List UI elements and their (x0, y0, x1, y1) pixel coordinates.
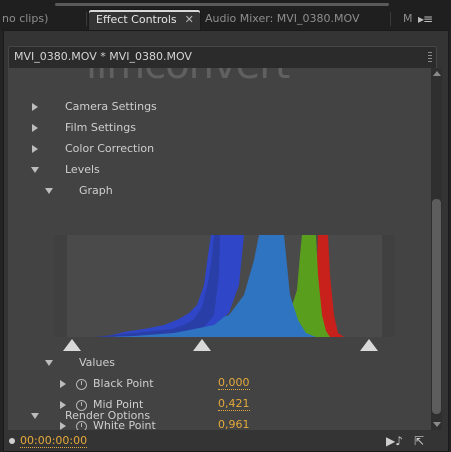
tab-label: M (403, 12, 413, 25)
play-audio-icon[interactable]: ▶♪ (386, 434, 403, 448)
filmconvert-logo: ilmconvert (86, 68, 290, 88)
expand-arrow-icon[interactable] (32, 103, 38, 111)
expand-arrow-icon[interactable] (32, 145, 38, 153)
collapse-arrow-icon[interactable] (31, 167, 39, 173)
expand-arrow-icon[interactable] (32, 124, 38, 132)
levels-histogram[interactable] (54, 235, 395, 337)
tab-bar: no clips) Effect Controls ✕ Audio Mixer: … (0, 0, 451, 30)
status-bar: 00:00:00:00 ▶♪ ⇱ (4, 433, 448, 451)
vertical-scrollbar[interactable] (431, 68, 442, 430)
collapse-arrow-icon[interactable] (45, 188, 53, 194)
tab-label: Audio Mixer: MVI_0380.MOV (205, 12, 360, 25)
tab-source-no-clips[interactable]: no clips) (2, 9, 48, 29)
effect-row-graph[interactable]: Graph (8, 182, 428, 200)
expand-arrow-icon[interactable] (60, 380, 66, 388)
param-label: Black Point (93, 377, 154, 390)
effect-row-render-options[interactable]: Render Options (8, 407, 428, 425)
effect-list: ilmconvert Camera Settings Film Settings… (8, 68, 434, 430)
effect-row-camera-settings[interactable]: Camera Settings (8, 98, 428, 116)
effect-controls-panel: MVI_0380.MOV * MVI_0380.MOV ilmconvert C… (3, 30, 449, 452)
panel-menu-icon[interactable]: ▸≡ (418, 12, 433, 26)
effect-label: Film Settings (65, 121, 136, 134)
effect-row-levels[interactable]: Levels (8, 161, 428, 179)
tab-audio-mixer[interactable]: Audio Mixer: MVI_0380.MOV (205, 9, 360, 29)
collapse-arrow-icon[interactable] (31, 413, 39, 419)
scrollbar-thumb[interactable] (432, 199, 441, 414)
effect-label: Render Options (65, 409, 151, 422)
tab-divider (390, 12, 391, 26)
tab-label: no clips) (2, 12, 49, 25)
white-point-handle[interactable] (360, 339, 378, 351)
scroll-down-icon[interactable] (433, 422, 441, 427)
effect-row-values[interactable]: Values (8, 354, 428, 372)
export-icon[interactable]: ⇱ (414, 434, 424, 448)
effect-label: Color Correction (65, 142, 155, 155)
timecode-display[interactable]: 00:00:00:00 (20, 434, 88, 448)
effect-label: Camera Settings (65, 100, 157, 113)
effect-controls-window: no clips) Effect Controls ✕ Audio Mixer: … (0, 0, 451, 452)
tab-divider (86, 12, 87, 26)
indicator-dot-icon (9, 438, 15, 444)
tab-overflow[interactable]: M (403, 9, 413, 29)
grip-icon[interactable] (428, 52, 432, 63)
mid-point-handle[interactable] (193, 339, 211, 351)
effect-row-film-settings[interactable]: Film Settings (8, 119, 428, 137)
black-point-handle[interactable] (63, 339, 81, 351)
effect-label: Levels (65, 163, 100, 176)
scroll-up-icon[interactable] (433, 71, 441, 76)
tab-effect-controls[interactable]: Effect Controls ✕ (88, 9, 201, 30)
panel-resize-bar[interactable] (55, 3, 389, 6)
effect-row-color-correction[interactable]: Color Correction (8, 140, 428, 158)
clip-header-label: MVI_0380.MOV * MVI_0380.MOV (14, 50, 192, 63)
param-row-black-point: Black Point 0,000 (8, 375, 428, 393)
black-point-value[interactable]: 0,000 (218, 376, 250, 390)
clip-header: MVI_0380.MOV * MVI_0380.MOV (8, 46, 437, 69)
collapse-arrow-icon[interactable] (45, 360, 53, 366)
stopwatch-icon[interactable] (76, 379, 87, 390)
effect-label: Values (79, 356, 115, 369)
histogram-plot (54, 235, 395, 337)
effect-label: Graph (79, 184, 113, 197)
tab-label: Effect Controls (96, 13, 177, 26)
close-icon[interactable]: ✕ (185, 13, 194, 26)
